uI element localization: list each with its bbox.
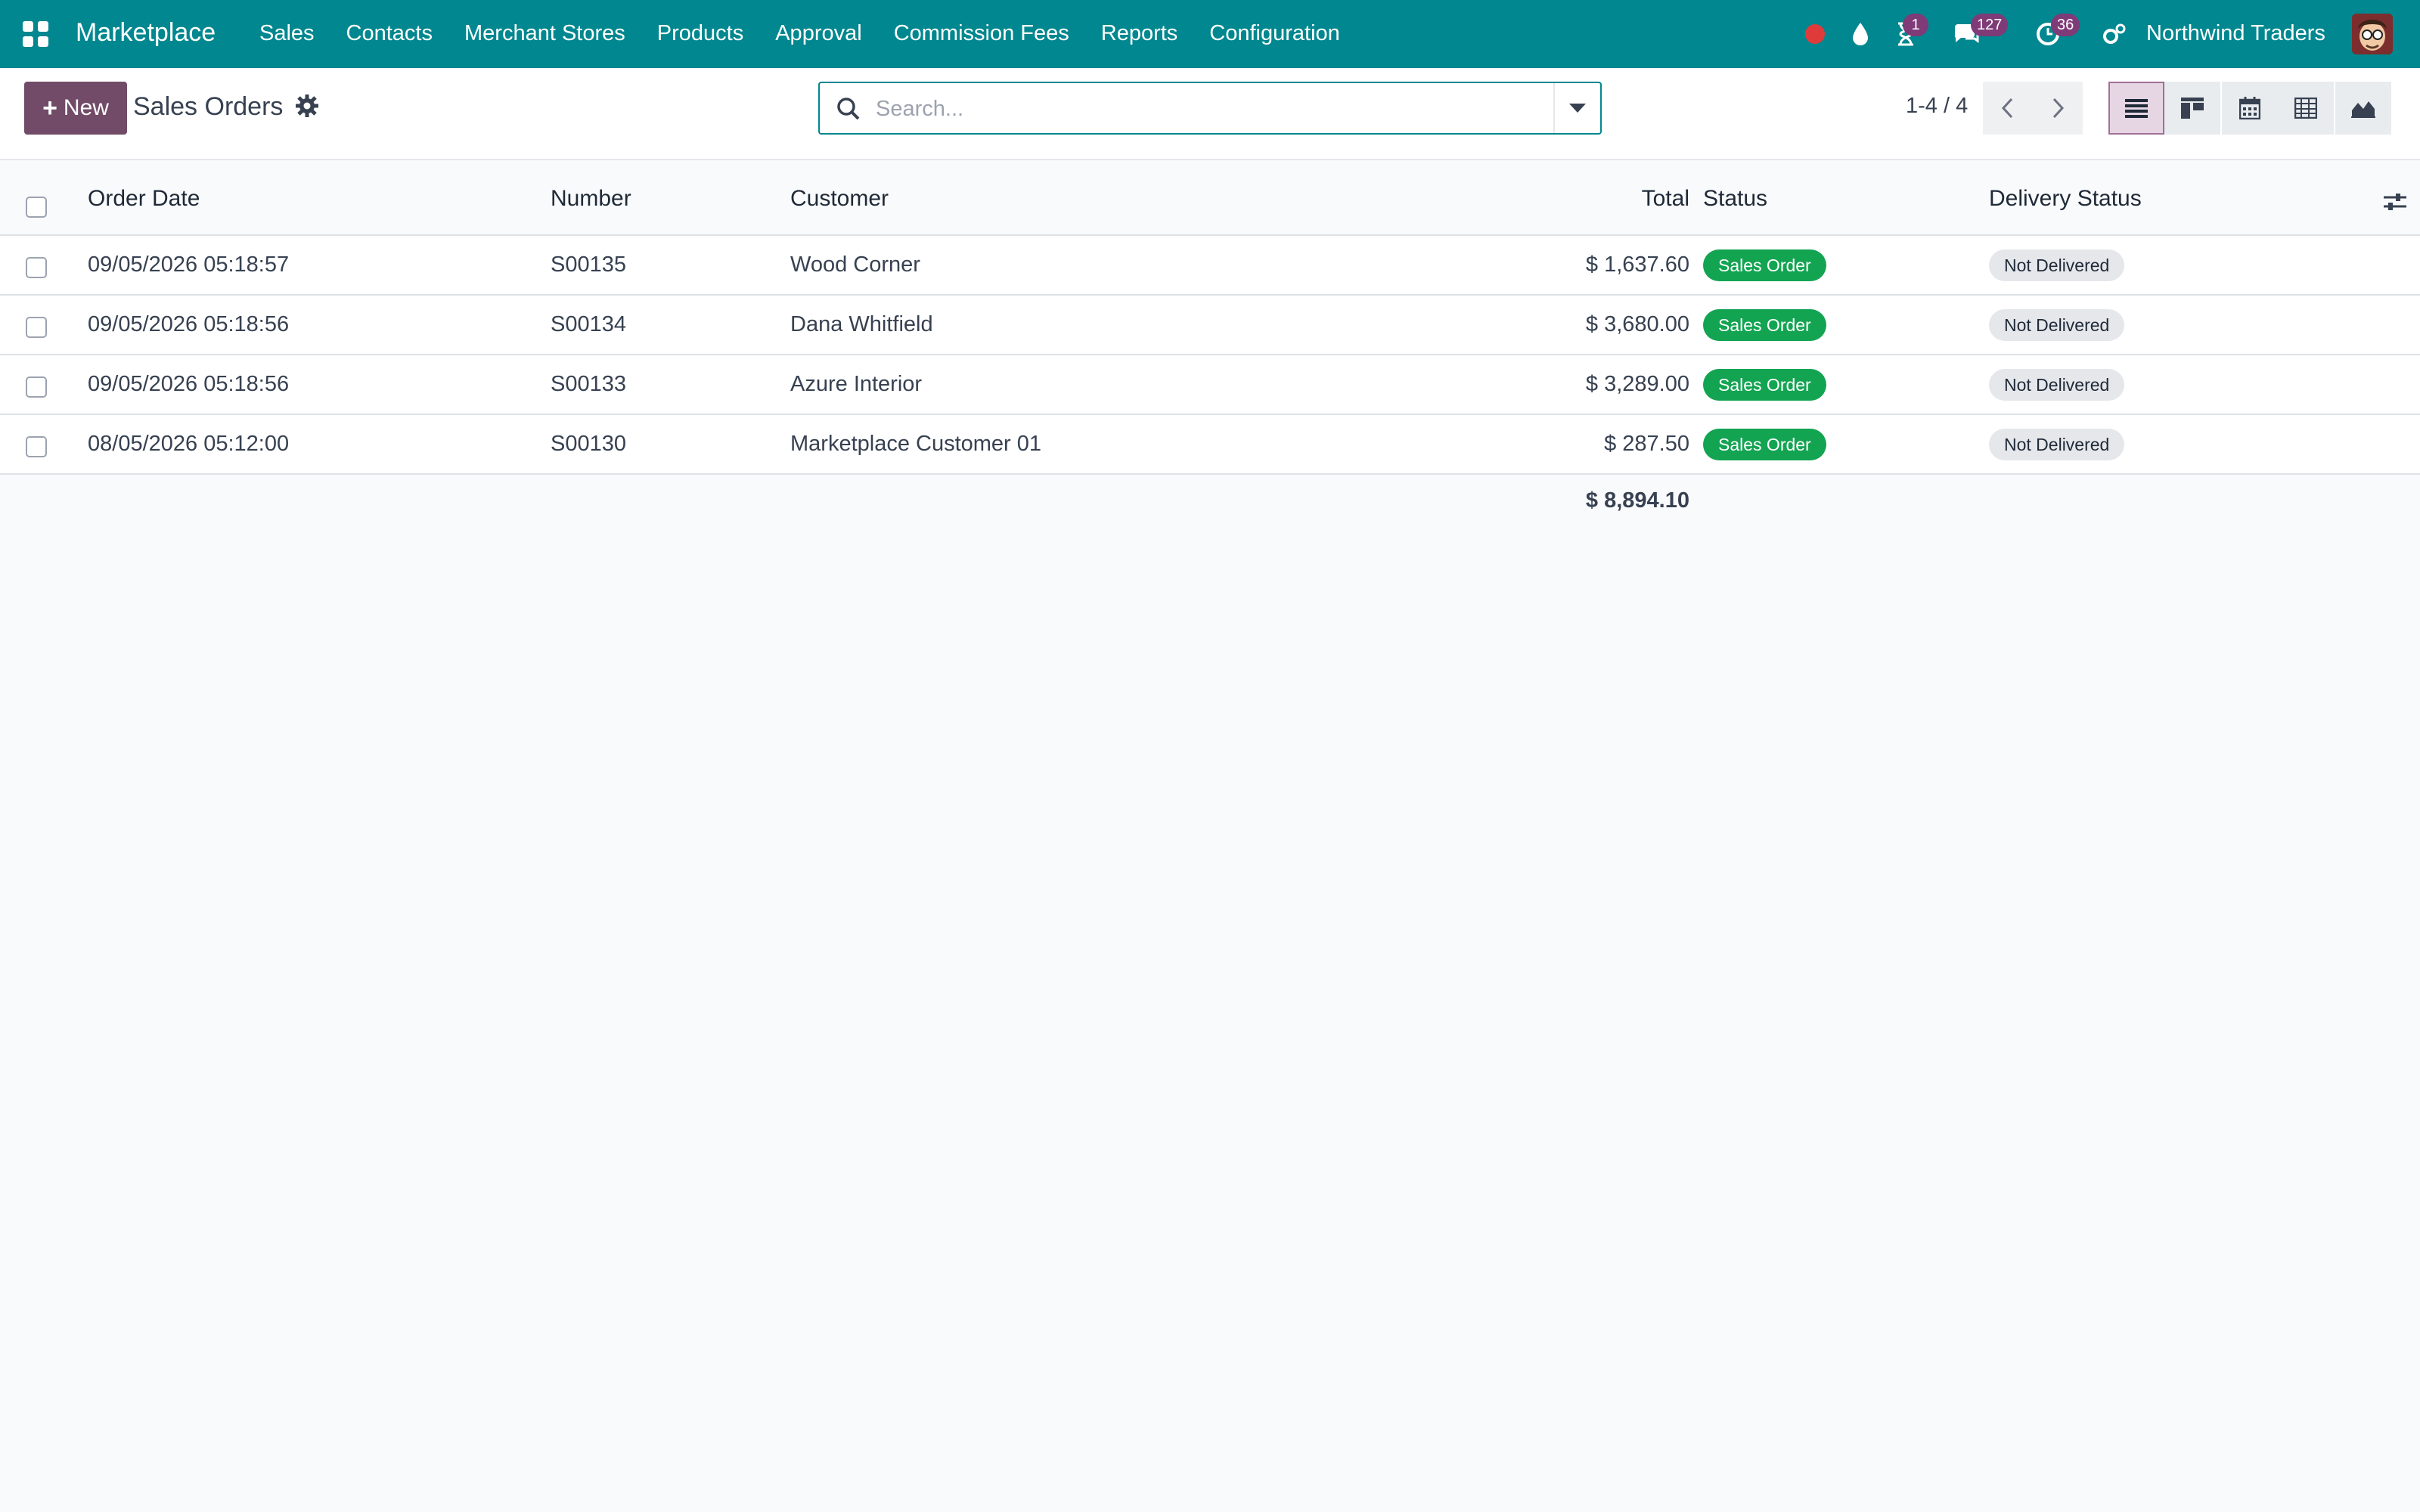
- cell-customer: Marketplace Customer 01: [790, 432, 1042, 456]
- cell-order-date: 09/05/2026 05:18:56: [88, 372, 290, 396]
- cell-order-date: 08/05/2026 05:12:00: [88, 432, 290, 456]
- gear-icon[interactable]: [293, 92, 321, 119]
- graph-view-button[interactable]: [2335, 82, 2391, 135]
- activity-badge: 1: [1903, 14, 1928, 36]
- table-row[interactable]: 09/05/2026 05:18:56 S00133 Azure Interio…: [0, 355, 2420, 415]
- top-navbar: Marketplace Sales Contacts Merchant Stor…: [0, 0, 2420, 68]
- column-status[interactable]: Status: [1703, 186, 1767, 212]
- select-all-checkbox[interactable]: [26, 197, 47, 218]
- messages-badge: 127: [1971, 14, 2009, 36]
- column-delivery-status[interactable]: Delivery Status: [1989, 186, 2142, 212]
- record-icon: [1805, 24, 1825, 44]
- list-view-icon: [2125, 99, 2148, 118]
- recording-indicator[interactable]: [1800, 0, 1830, 68]
- cell-customer: Azure Interior: [790, 372, 923, 396]
- avatar-icon: [2352, 14, 2393, 54]
- chevron-left-icon: [2001, 98, 2013, 119]
- plus-icon: +: [42, 93, 57, 122]
- apps-menu-icon[interactable]: [23, 21, 48, 47]
- calendar-view-icon: [2239, 97, 2260, 119]
- search-options-toggle[interactable]: [1553, 83, 1600, 133]
- table-row[interactable]: 09/05/2026 05:18:57 S00135 Wood Corner $…: [0, 236, 2420, 296]
- row-checkbox[interactable]: [26, 317, 47, 338]
- pager-previous-button[interactable]: [1983, 82, 2033, 135]
- cell-total: $ 3,289.00: [1585, 372, 1689, 396]
- main-menu: Sales Contacts Merchant Stores Products …: [259, 21, 1372, 46]
- pivot-view-button[interactable]: [2278, 82, 2334, 135]
- search-icon: [837, 98, 860, 120]
- column-total[interactable]: Total: [1437, 186, 1689, 212]
- menu-item-commission-fees[interactable]: Commission Fees: [894, 21, 1069, 46]
- search-input[interactable]: [876, 89, 1526, 129]
- menu-item-reports[interactable]: Reports: [1101, 21, 1178, 46]
- menu-item-approval[interactable]: Approval: [775, 21, 861, 46]
- page-title[interactable]: Sales Orders: [133, 92, 283, 122]
- company-name[interactable]: Northwind Traders: [2146, 21, 2325, 46]
- grand-total: $ 8,894.10: [1585, 488, 1689, 513]
- column-settings-icon[interactable]: [2382, 189, 2408, 215]
- new-button-label: New: [63, 95, 109, 120]
- drop-icon: [1853, 23, 1868, 45]
- cogs-icon: [2103, 23, 2126, 44]
- calendar-view-button[interactable]: [2222, 82, 2278, 135]
- column-number[interactable]: Number: [551, 186, 631, 212]
- cell-order-date: 09/05/2026 05:18:56: [88, 312, 290, 336]
- odoo-tip-button[interactable]: [1845, 0, 1876, 68]
- table-row[interactable]: 09/05/2026 05:18:56 S00134 Dana Whitfiel…: [0, 296, 2420, 355]
- menu-item-sales[interactable]: Sales: [259, 21, 315, 46]
- cell-number: S00134: [551, 312, 626, 336]
- cell-number: S00135: [551, 253, 626, 277]
- cell-total: $ 287.50: [1604, 432, 1689, 456]
- menu-item-products[interactable]: Products: [657, 21, 743, 46]
- clock-badge: 36: [2051, 14, 2080, 36]
- cell-total: $ 3,680.00: [1585, 312, 1689, 336]
- menu-item-contacts[interactable]: Contacts: [346, 21, 433, 46]
- row-checkbox[interactable]: [26, 436, 47, 457]
- row-checkbox[interactable]: [26, 376, 47, 398]
- search-bar: [818, 82, 1602, 135]
- status-badge: Sales Order: [1703, 309, 1826, 341]
- sales-orders-table: Order Date Number Customer Total Status …: [0, 160, 2420, 475]
- delivery-status-badge: Not Delivered: [1989, 309, 2125, 341]
- cell-customer: Wood Corner: [790, 253, 920, 277]
- caret-down-icon: [1569, 104, 1586, 113]
- company-switcher-button[interactable]: [2099, 0, 2130, 68]
- table-row[interactable]: 08/05/2026 05:12:00 S00130 Marketplace C…: [0, 415, 2420, 475]
- pager-value[interactable]: 1-4 / 4: [1906, 94, 1968, 119]
- status-badge: Sales Order: [1703, 369, 1826, 401]
- control-panel: + New Sales Orders 1-4 / 4: [0, 68, 2420, 160]
- new-button[interactable]: + New: [24, 82, 127, 135]
- list-view-button[interactable]: [2108, 82, 2164, 135]
- cell-customer: Dana Whitfield: [790, 312, 933, 336]
- cell-number: S00130: [551, 432, 626, 456]
- kanban-view-button[interactable]: [2164, 82, 2220, 135]
- column-order-date[interactable]: Order Date: [88, 186, 200, 212]
- delivery-status-badge: Not Delivered: [1989, 369, 2125, 401]
- cell-order-date: 09/05/2026 05:18:57: [88, 253, 290, 277]
- status-badge: Sales Order: [1703, 429, 1826, 460]
- row-checkbox[interactable]: [26, 257, 47, 278]
- status-badge: Sales Order: [1703, 249, 1826, 281]
- app-brand[interactable]: Marketplace: [76, 18, 216, 48]
- delivery-status-badge: Not Delivered: [1989, 249, 2125, 281]
- delivery-status-badge: Not Delivered: [1989, 429, 2125, 460]
- cell-number: S00133: [551, 372, 626, 396]
- cell-total: $ 1,637.60: [1585, 253, 1689, 277]
- column-customer[interactable]: Customer: [790, 186, 889, 212]
- chevron-right-icon: [2052, 98, 2065, 119]
- pager-next-button[interactable]: [2033, 82, 2083, 135]
- kanban-view-icon: [2181, 98, 2204, 119]
- table-header: Order Date Number Customer Total Status …: [0, 160, 2420, 236]
- area-chart-icon: [2351, 101, 2375, 118]
- menu-item-configuration[interactable]: Configuration: [1209, 21, 1340, 46]
- menu-item-merchant-stores[interactable]: Merchant Stores: [464, 21, 625, 46]
- pivot-view-icon: [2294, 98, 2317, 119]
- user-avatar[interactable]: [2352, 14, 2393, 54]
